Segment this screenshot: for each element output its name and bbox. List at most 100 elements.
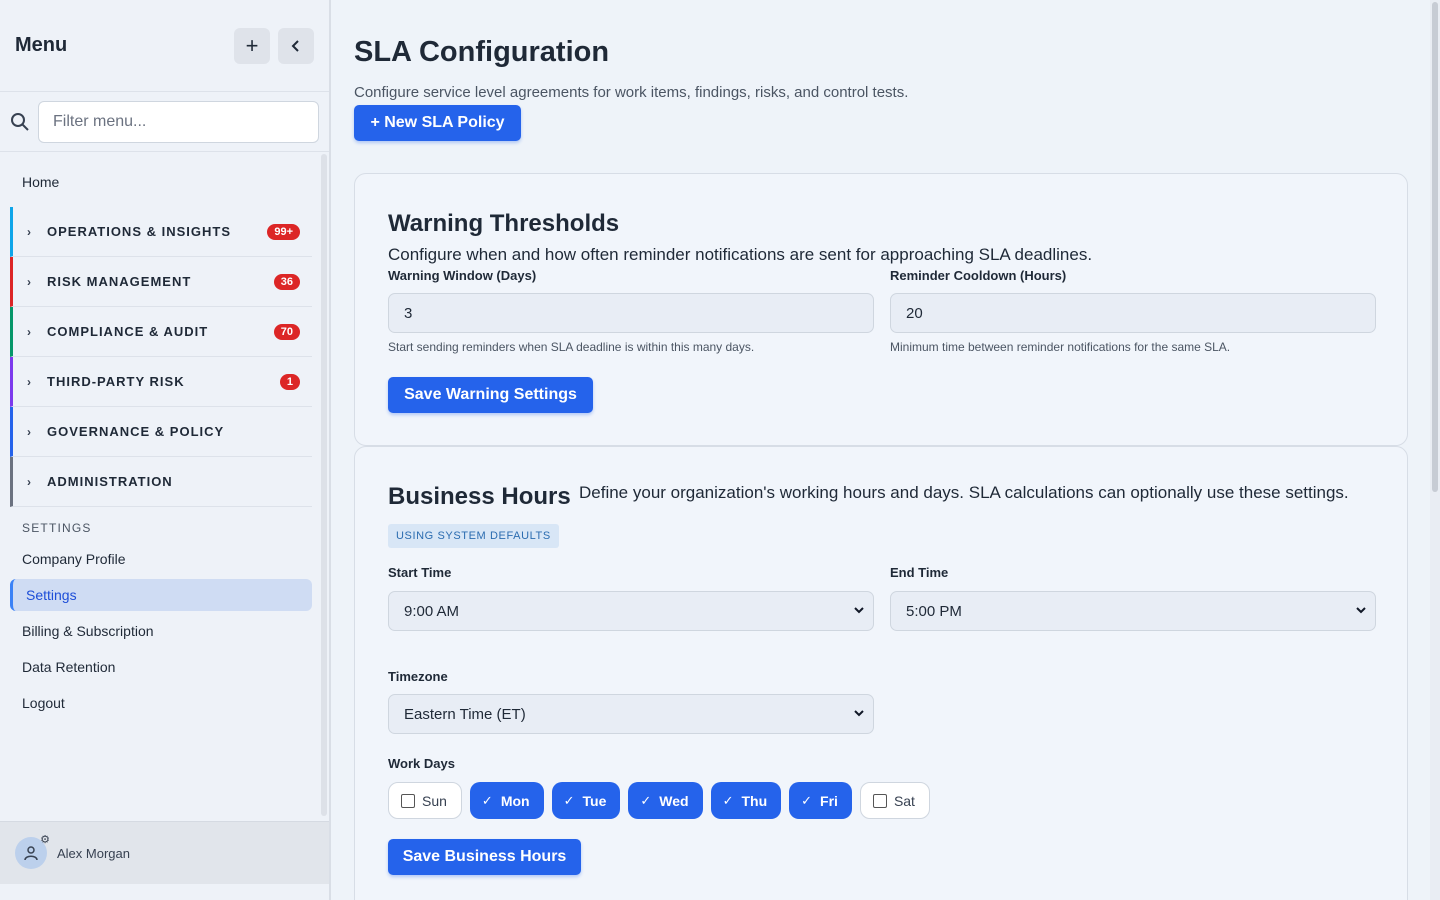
chevron-down-icon (854, 607, 864, 614)
gear-icon: ⚙ (40, 834, 50, 846)
nav-data-retention[interactable]: Data Retention (0, 649, 321, 685)
chevron-down-icon (854, 710, 864, 717)
nav-settings[interactable]: Settings (10, 579, 312, 611)
new-sla-policy-button[interactable]: + New SLA Policy (354, 105, 521, 141)
nav-group-governance-policy[interactable]: › GOVERNANCE & POLICY (10, 407, 312, 457)
nav-group-label: THIRD-PARTY RISK (47, 374, 185, 389)
day-toggle-tue[interactable]: ✓ Tue (551, 782, 621, 819)
card-title: Warning Thresholds (388, 210, 620, 237)
checkbox-icon (872, 793, 887, 808)
end-time-select[interactable]: 5:00 PM (890, 591, 1376, 631)
count-badge: 36 (273, 273, 300, 290)
save-warning-settings-button[interactable]: Save Warning Settings (388, 377, 593, 413)
nav-logout[interactable]: Logout (0, 685, 321, 721)
sidebar-header: Menu + (0, 0, 329, 92)
input-value: 3 (404, 304, 413, 322)
sidebar-title: Menu (15, 34, 68, 56)
day-toggle-fri[interactable]: ✓ Fri (789, 782, 852, 819)
nav-group-label: COMPLIANCE & AUDIT (47, 324, 209, 339)
chevron-right-icon: › (27, 374, 32, 389)
nav-home[interactable]: Home (0, 152, 321, 207)
collapse-sidebar-button[interactable] (278, 27, 314, 64)
filter-menu-input[interactable] (38, 100, 319, 143)
day-toggle-sat[interactable]: Sat (859, 782, 930, 819)
settings-section-label: SETTINGS (22, 521, 92, 535)
day-label: Sat (893, 792, 915, 809)
sidebar-nav: Home › OPERATIONS & INSIGHTS 99+ › RISK … (0, 152, 321, 820)
check-icon: ✓ (481, 792, 493, 808)
start-time-label: Start Time (388, 565, 452, 580)
reminder-cooldown-hint: Minimum time between reminder notificati… (890, 340, 1231, 354)
start-time-select[interactable]: 9:00 AM (388, 591, 874, 631)
day-toggle-mon[interactable]: ✓ Mon (469, 782, 544, 819)
scrollbar-thumb[interactable] (1432, 2, 1438, 492)
check-icon: ✓ (640, 792, 652, 808)
plus-icon: + (245, 32, 259, 58)
sidebar: Menu + Home › OPERATIONS & INSIGHTS 99+ … (0, 0, 331, 900)
day-toggle-wed[interactable]: ✓ Wed (628, 782, 703, 819)
avatar: ⚙ (15, 834, 50, 869)
page-subtitle: Configure service level agreements for w… (354, 84, 909, 101)
sidebar-search (0, 92, 329, 152)
nav-group-administration[interactable]: › ADMINISTRATION (10, 457, 312, 507)
warning-thresholds-card: Warning Thresholds Configure when and ho… (354, 173, 1408, 446)
reminder-cooldown-input[interactable]: 20 (890, 293, 1376, 333)
nav-group-label: RISK MANAGEMENT (47, 274, 192, 289)
day-label: Thu (741, 792, 768, 809)
main-content: SLA Configuration Configure service leve… (331, 0, 1440, 900)
add-menu-button[interactable]: + (234, 27, 270, 64)
warning-window-label: Warning Window (Days) (388, 268, 537, 283)
work-days-group: Sun ✓ Mon ✓ Tue ✓ Wed ✓ Thu ✓ Fri Sat (388, 782, 930, 819)
nav-group-label: OPERATIONS & INSIGHTS (47, 224, 231, 239)
day-label: Tue (582, 792, 607, 809)
nav-group-compliance-audit[interactable]: › COMPLIANCE & AUDIT 70 (10, 307, 312, 357)
page-title: SLA Configuration (354, 36, 610, 68)
sidebar-scrollbar[interactable] (321, 154, 327, 816)
card-description: Configure when and how often reminder no… (388, 245, 1093, 264)
day-label: Sun (422, 792, 447, 809)
day-toggle-thu[interactable]: ✓ Thu (710, 782, 782, 819)
check-icon: ✓ (563, 792, 575, 808)
reminder-cooldown-label: Reminder Cooldown (Hours) (890, 268, 1067, 283)
save-business-hours-button[interactable]: Save Business Hours (388, 839, 581, 875)
chevron-right-icon: › (27, 224, 32, 239)
nav-billing-subscription[interactable]: Billing & Subscription (0, 613, 321, 649)
chevron-left-icon (291, 39, 299, 52)
count-badge: 99+ (267, 223, 300, 240)
chevron-right-icon: › (27, 324, 32, 339)
card-title: Business Hours (388, 483, 571, 510)
nav-group-risk-management[interactable]: › RISK MANAGEMENT 36 (10, 257, 312, 307)
warning-window-input[interactable]: 3 (388, 293, 874, 333)
user-profile[interactable]: ⚙ Alex Morgan (0, 821, 329, 884)
main-scrollbar[interactable] (1430, 0, 1440, 900)
timezone-select[interactable]: Eastern Time (ET) (388, 694, 874, 734)
nav-group-label: ADMINISTRATION (47, 474, 173, 489)
select-value: 9:00 AM (404, 602, 460, 620)
nav-company-profile[interactable]: Company Profile (0, 541, 321, 577)
count-badge: 1 (279, 373, 300, 390)
warning-window-hint: Start sending reminders when SLA deadlin… (388, 340, 755, 354)
end-time-label: End Time (890, 565, 949, 580)
nav-group-label: GOVERNANCE & POLICY (47, 424, 225, 439)
input-value: 20 (906, 304, 923, 322)
checkbox-icon (401, 793, 415, 808)
card-description: Define your organization's working hours… (579, 483, 1349, 502)
select-value: 5:00 PM (906, 602, 962, 620)
chevron-right-icon: › (27, 474, 32, 489)
nav-group-operations-insights[interactable]: › OPERATIONS & INSIGHTS 99+ (10, 207, 312, 257)
work-days-label: Work Days (388, 756, 455, 771)
timezone-label: Timezone (388, 669, 448, 684)
check-icon: ✓ (722, 792, 734, 808)
day-label: Fri (820, 792, 838, 809)
business-hours-card: Business Hours Define your organization'… (354, 446, 1408, 900)
day-label: Wed (659, 792, 689, 809)
user-name: Alex Morgan (57, 845, 130, 861)
nav-group-third-party-risk[interactable]: › THIRD-PARTY RISK 1 (10, 357, 312, 407)
defaults-status-badge: USING SYSTEM DEFAULTS (388, 524, 559, 548)
search-icon (10, 112, 38, 132)
chevron-down-icon (1356, 607, 1366, 614)
count-badge: 70 (273, 323, 300, 340)
chevron-right-icon: › (27, 424, 32, 439)
day-toggle-sun[interactable]: Sun (388, 782, 462, 819)
select-value: Eastern Time (ET) (404, 705, 526, 723)
